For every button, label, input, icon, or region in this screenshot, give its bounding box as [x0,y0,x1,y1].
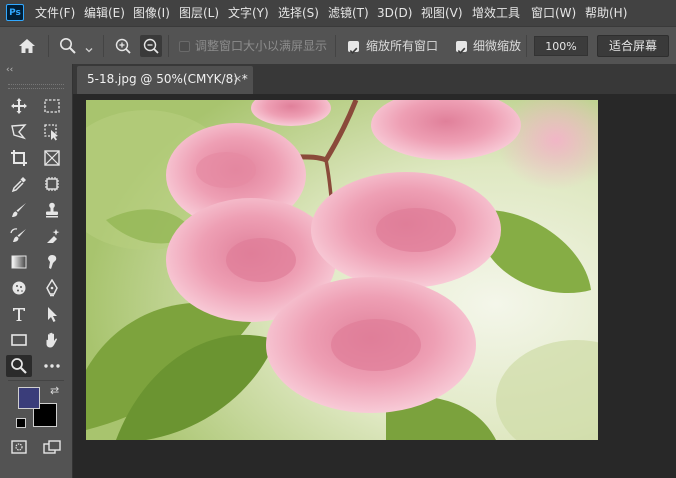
frame-grid-tool[interactable] [39,173,65,195]
separator [8,380,64,381]
resize-windows-checkbox[interactable] [179,41,190,52]
crop-icon [11,150,27,166]
edit-toolbar-button[interactable] [39,355,65,377]
screen-mode-icon [43,440,61,454]
rectangle-tool[interactable] [6,329,32,351]
path-selection-icon [48,307,57,322]
history-brush-tool[interactable] [6,225,32,247]
menu-file[interactable]: 文件(F) [35,0,75,26]
zoom-tool-preset-icon[interactable] [59,37,77,59]
frame-tool[interactable] [39,147,65,169]
foreground-color-swatch[interactable] [18,387,40,409]
panel-grip[interactable] [8,84,64,89]
gradient-icon [11,255,27,269]
resize-windows-label: 调整窗口大小以满屏显示 [195,39,328,53]
menu-image[interactable]: 图像(I) [133,0,170,26]
photoshop-logo-icon[interactable]: Ps [6,4,24,21]
marquee-tool[interactable] [39,95,65,117]
frame-grid-icon [45,177,59,191]
separator [103,35,104,57]
menu-view[interactable]: 视图(V) [421,0,463,26]
scrubby-zoom-label: 细微缩放 [473,39,522,53]
default-colors-icon[interactable] [16,418,26,428]
quick-mask-button[interactable] [6,436,32,458]
collapse-panel-icon[interactable]: ‹‹ [6,65,13,75]
home-icon[interactable] [18,38,36,58]
sponge-tool[interactable] [6,277,32,299]
frame-icon [44,150,60,166]
magic-eraser-tool[interactable] [39,225,65,247]
close-icon[interactable]: × [233,72,242,85]
separator [526,35,527,57]
brush-tool[interactable] [6,199,32,221]
history-brush-icon [10,228,26,242]
menu-type[interactable]: 文字(Y) [228,0,269,26]
zoom-icon [11,358,27,374]
clone-stamp-tool[interactable] [39,199,65,221]
checkmark-icon [457,47,466,54]
stamp-icon [46,202,58,218]
separator [335,35,336,57]
menu-layer[interactable]: 图层(L) [179,0,219,26]
menu-help[interactable]: 帮助(H) [585,0,627,26]
zoom-out-icon [143,38,159,54]
pen-tool[interactable] [39,277,65,299]
menu-edit[interactable]: 编辑(E) [84,0,125,26]
options-bar: 调整窗口大小以满屏显示 缩放所有窗口 细微缩放 100% 适合屏幕 [0,26,676,65]
menu-window[interactable]: 窗口(W) [531,0,576,26]
type-tool[interactable] [6,303,32,325]
zoom-out-button[interactable] [140,35,162,57]
zoom-tool[interactable] [6,355,32,377]
zoom-all-windows-checkbox[interactable] [348,41,359,54]
hand-tool[interactable] [39,329,65,351]
screen-mode-button[interactable] [39,436,65,458]
separator [168,35,169,57]
fit-screen-button[interactable]: 适合屏幕 [597,35,669,57]
menu-3d[interactable]: 3D(D) [377,0,412,26]
rectangular-marquee-icon [44,99,60,113]
zoom-in-icon [115,38,131,54]
document-tab-title: 5-18.jpg @ 50%(CMYK/8) * [87,72,248,86]
pen-icon [46,279,58,297]
object-selection-tool[interactable] [39,121,65,143]
document-tab[interactable]: 5-18.jpg @ 50%(CMYK/8) * × [77,66,253,94]
sponge-icon [12,281,26,295]
lasso-tool[interactable] [6,121,32,143]
menu-bar: Ps 文件(F) 编辑(E) 图像(I) 图层(L) 文字(Y) 选择(S) 滤… [0,0,676,26]
smudge-tool[interactable] [39,251,65,273]
smudge-icon [48,255,57,269]
brush-icon [12,203,26,217]
checkmark-icon [349,47,358,54]
gradient-tool[interactable] [6,251,32,273]
menu-filter[interactable]: 滤镜(T) [328,0,369,26]
document-image[interactable] [86,100,598,440]
swap-colors-icon[interactable]: ⇄ [50,384,59,397]
path-selection-tool[interactable] [39,303,65,325]
separator [48,35,49,57]
crop-tool[interactable] [6,147,32,169]
scrubby-zoom-checkbox[interactable] [456,41,467,54]
eyedropper-tool[interactable] [6,173,32,195]
magic-eraser-icon [47,229,60,243]
type-icon [13,308,25,321]
zoom-in-button[interactable] [112,35,134,57]
quick-mask-icon [11,440,27,454]
menu-plugins[interactable]: 增效工具 [472,0,520,26]
rectangle-icon [11,334,27,346]
zoom-all-windows-label: 缩放所有窗口 [366,39,439,53]
menu-select[interactable]: 选择(S) [278,0,319,26]
more-icon [44,364,60,368]
hand-icon [46,332,58,348]
chevron-down-icon[interactable] [84,40,94,59]
eyedropper-icon [11,177,26,193]
move-tool[interactable] [6,95,32,117]
polygonal-lasso-icon [11,124,27,140]
move-icon [11,98,27,114]
zoom-percentage-field[interactable]: 100% [534,36,588,56]
object-selection-icon [44,124,58,141]
